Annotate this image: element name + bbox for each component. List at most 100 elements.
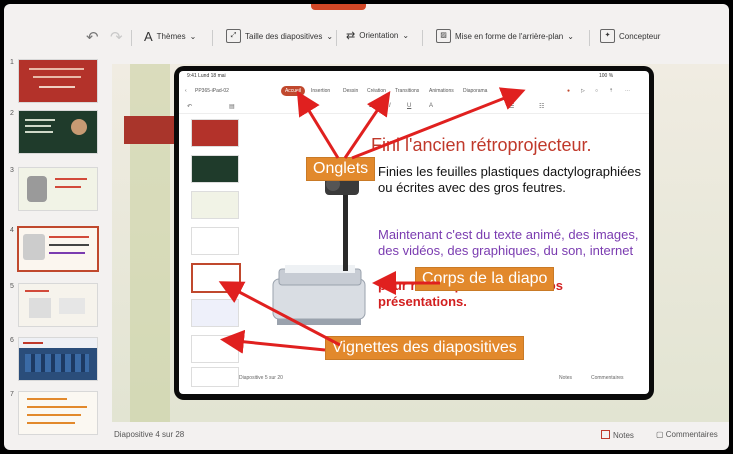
ipad-comments-button[interactable]: Commentaires xyxy=(591,375,624,381)
thumbnail-number: 1 xyxy=(10,59,14,66)
thumbnail-number: 4 xyxy=(10,227,14,234)
toolbar-divider xyxy=(212,30,213,46)
thumbnail-image-active xyxy=(17,226,99,272)
thumbnail-number: 2 xyxy=(10,110,14,117)
ipad-thumbnails xyxy=(187,119,241,389)
status-bar: Diapositive 4 sur 28 Notes ▢ Commentaire… xyxy=(4,424,729,450)
ipad-numbering-icon[interactable]: ☷ xyxy=(539,103,544,110)
ipad-search-icon[interactable]: ○ xyxy=(595,88,598,94)
redo-icon[interactable]: ↷ xyxy=(110,28,123,46)
callout-slide-body: Corps de la diapo xyxy=(415,267,555,291)
ipad-tab-animations[interactable]: Animations xyxy=(429,88,454,94)
ipad-thumb-8[interactable] xyxy=(191,367,239,387)
ipad-time: 9:41 Lund 18 mai xyxy=(187,73,226,79)
ipad-tab-accueil[interactable]: Accueil xyxy=(281,86,305,96)
ipad-bold-icon[interactable]: B xyxy=(369,103,373,109)
thumbnail-slide-3[interactable]: 3 xyxy=(4,167,104,211)
ipad-notes-button[interactable]: Notes xyxy=(559,375,572,381)
ipad-bullets-icon[interactable]: ☰ xyxy=(509,103,514,110)
background-format-icon: ▨ xyxy=(436,29,451,43)
slide-size-icon: ⤢ xyxy=(226,29,241,43)
toolbar-divider xyxy=(131,30,132,46)
ipad-play-icon[interactable]: ▷ xyxy=(581,88,585,94)
ipad-tab-insertion[interactable]: Insertion xyxy=(311,88,330,94)
chevron-down-icon: ⌄ xyxy=(567,31,574,41)
background-format-button[interactable]: ▨ Mise en forme de l'arrière-plan ⌄ xyxy=(436,29,574,43)
back-icon[interactable]: ‹ xyxy=(185,88,187,94)
thumbnail-slide-2[interactable]: 2 xyxy=(4,110,104,154)
ipad-share-icon[interactable]: ● xyxy=(567,88,570,94)
thumbnail-slide-5[interactable]: 5 xyxy=(4,283,104,327)
thumbnail-image xyxy=(18,167,98,211)
thumbnail-image xyxy=(18,337,98,381)
thumbnail-number: 5 xyxy=(10,283,14,290)
orientation-label: Orientation xyxy=(359,31,399,40)
design-toolbar: ↶ ↷ A Thèmes ⌄ ⤢ Taille des diapositives… xyxy=(4,20,729,56)
slide-size-button[interactable]: ⤢ Taille des diapositives ⌄ xyxy=(226,29,333,43)
thumbnail-slide-1[interactable]: 1 xyxy=(4,59,104,103)
ipad-file-name: PP365-iPad-02 xyxy=(195,88,229,94)
ipad-ribbon: ‹ PP365-iPad-02 Accueil Insertion Dessin… xyxy=(179,85,649,99)
comment-icon: ▢ xyxy=(656,430,666,439)
ipad-layout-icon[interactable]: ▤ xyxy=(229,103,235,110)
notes-label: Notes xyxy=(613,431,634,440)
slide-count: Diapositive 4 sur 28 xyxy=(114,430,185,439)
ipad-thumb-4[interactable] xyxy=(191,227,239,255)
themes-icon: A xyxy=(144,29,153,44)
slide-text-black: Finies les feuilles plastiques dactylogr… xyxy=(378,164,642,195)
comments-button[interactable]: ▢ Commentaires xyxy=(656,430,718,439)
ipad-thumb-6[interactable] xyxy=(191,299,239,327)
ipad-upload-icon[interactable]: ⇡ xyxy=(609,88,613,94)
notes-icon xyxy=(601,430,610,439)
thumbnail-slide-4[interactable]: 4 xyxy=(4,226,104,272)
ipad-undo-icon[interactable]: ↶ xyxy=(187,103,192,110)
ipad-footer: Diapositive 5 sur 20 Notes Commentaires xyxy=(239,375,649,381)
orientation-button[interactable]: ⇄ Orientation ⌄ xyxy=(346,29,409,42)
ipad-battery: 100 % xyxy=(599,73,614,79)
thumbnail-number: 3 xyxy=(10,167,14,174)
callout-thumbnails: Vignettes des diapositives xyxy=(325,336,524,360)
orientation-icon: ⇄ xyxy=(346,30,356,42)
comments-label: Commentaires xyxy=(665,430,718,439)
active-ribbon-tab-indicator[interactable] xyxy=(311,4,366,10)
thumbnail-slide-6[interactable]: 6 xyxy=(4,337,104,381)
slide-size-label: Taille des diapositives xyxy=(245,31,323,41)
ipad-font-color-icon[interactable]: A xyxy=(429,103,433,109)
chevron-down-icon: ⌄ xyxy=(402,31,410,40)
chevron-down-icon: ⌄ xyxy=(326,31,334,41)
undo-icon[interactable]: ↶ xyxy=(86,28,99,46)
ipad-format-bar: ↶ ▤ B I U A ☰ ☷ xyxy=(179,101,649,114)
toolbar-divider xyxy=(422,30,423,46)
ipad-thumb-7[interactable] xyxy=(191,335,239,363)
ipad-thumb-1[interactable] xyxy=(191,119,239,147)
ipad-thumb-5-active[interactable] xyxy=(191,263,241,293)
slide-text-purple: Maintenant c'est du texte animé, des ima… xyxy=(378,227,639,258)
thumbnail-number: 7 xyxy=(10,391,14,398)
themes-button[interactable]: A Thèmes ⌄ xyxy=(144,29,196,44)
ipad-slide-count: Diapositive 5 sur 20 xyxy=(239,375,283,381)
thumbnail-image xyxy=(18,59,98,103)
thumbnail-image xyxy=(18,283,98,327)
toolbar-divider xyxy=(589,30,590,46)
designer-button[interactable]: ✦ Concepteur xyxy=(600,29,660,43)
projector-image xyxy=(263,169,373,339)
ipad-tab-transitions[interactable]: Transitions xyxy=(395,88,419,94)
ipad-italic-icon[interactable]: I xyxy=(389,103,391,109)
designer-icon: ✦ xyxy=(600,29,615,43)
ipad-thumb-3[interactable] xyxy=(191,191,239,219)
ipad-tab-creation[interactable]: Création xyxy=(367,88,386,94)
chevron-down-icon: ⌄ xyxy=(189,32,197,41)
background-format-label: Mise en forme de l'arrière-plan xyxy=(455,31,564,41)
themes-label: Thèmes xyxy=(156,32,186,41)
toolbar-divider xyxy=(336,30,337,46)
ipad-underline-icon[interactable]: U xyxy=(407,103,411,109)
thumbnail-image xyxy=(18,110,98,154)
ipad-more-icon[interactable]: ⋯ xyxy=(625,88,630,94)
ipad-tab-dessin[interactable]: Dessin xyxy=(343,88,358,94)
ipad-tab-diaporama[interactable]: Diaporama xyxy=(463,88,487,94)
thumbnail-number: 6 xyxy=(10,337,14,344)
slide-title: Fini l'ancien rétroprojecteur. xyxy=(371,135,592,155)
designer-label: Concepteur xyxy=(619,31,661,41)
notes-button[interactable]: Notes xyxy=(601,430,634,440)
ipad-thumb-2[interactable] xyxy=(191,155,239,183)
